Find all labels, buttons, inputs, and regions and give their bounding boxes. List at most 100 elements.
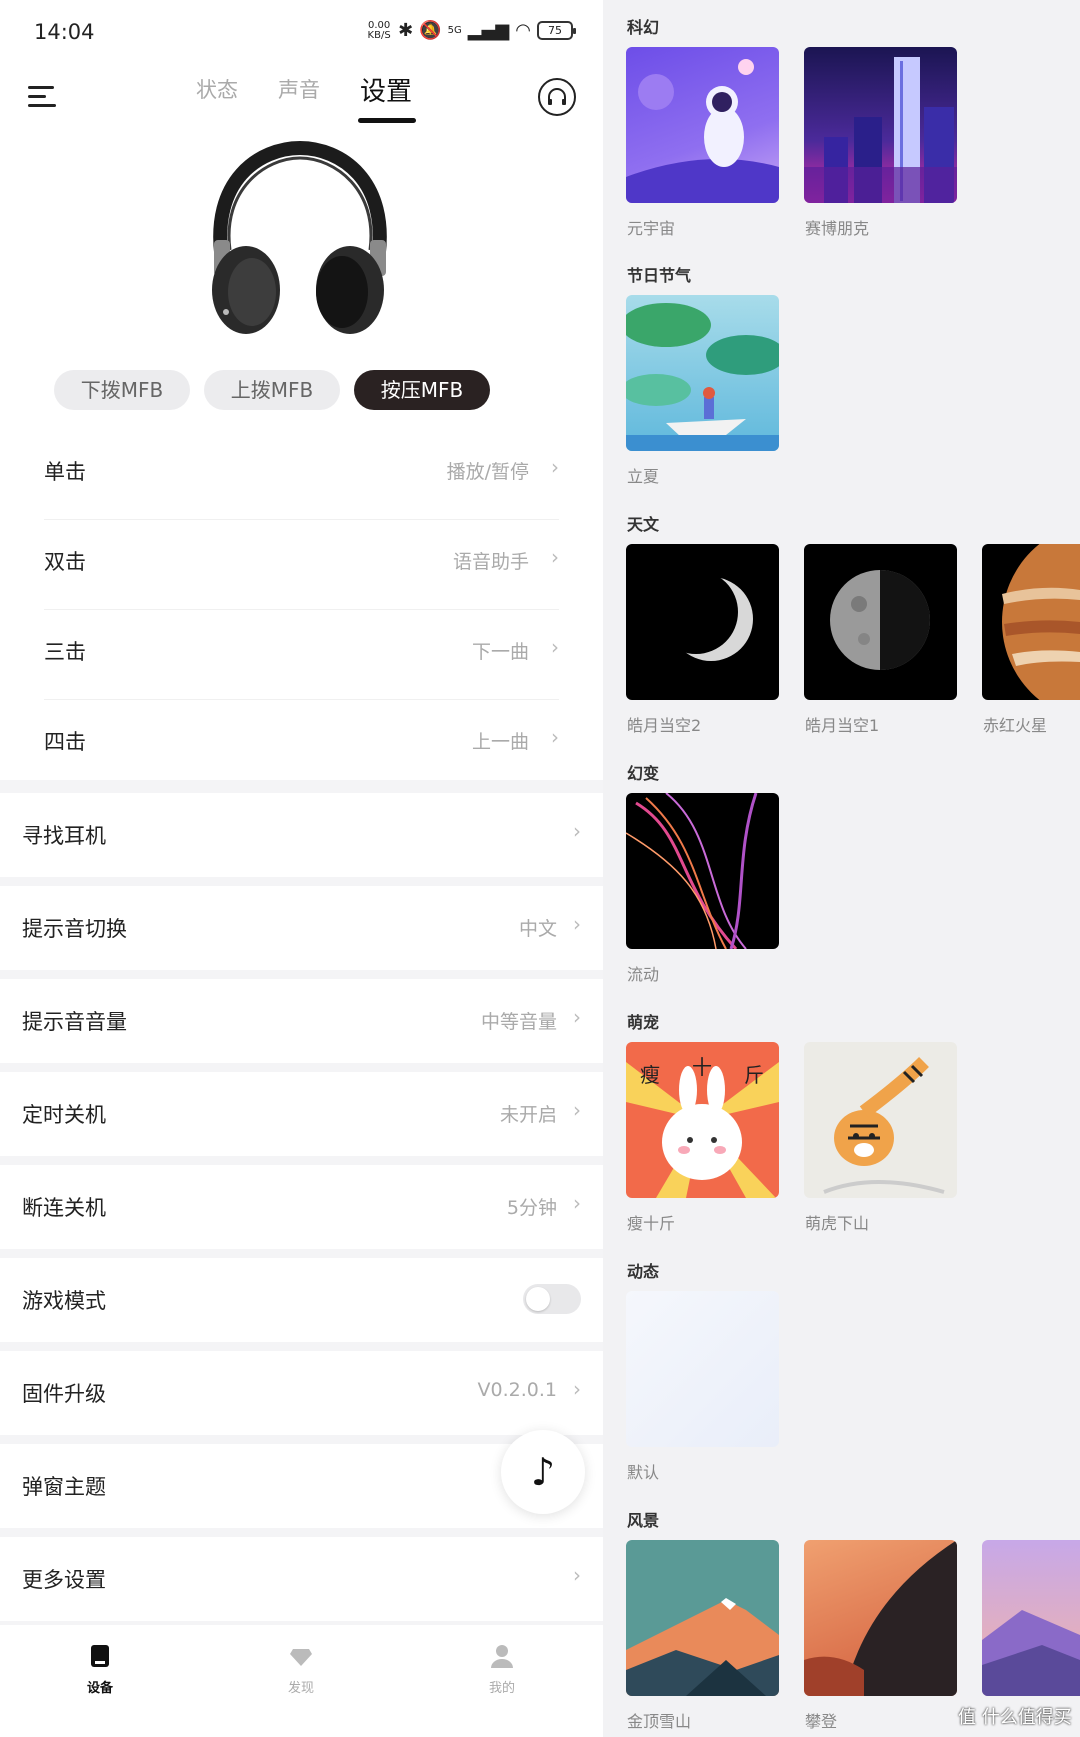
setting-game-mode: 游戏模式 [0,1258,603,1342]
setting-prompt-language[interactable]: 提示音切换 中文 › [0,886,603,970]
tab-active-indicator [358,118,416,123]
chevron-right-icon: › [573,1377,581,1401]
theme-name: 元宇宙 [627,219,676,238]
tab-sound[interactable]: 声音 [278,74,320,104]
slim-char-1: 瘦 [640,1063,660,1087]
chevron-right-icon: › [573,912,581,936]
settings-pane: 14:04 0.00 KB/S ✱ 🔕 5G ▂▄▆ ◠ 75 状态 声音 设置 [0,0,603,1737]
setting-label: 弹窗主题 [22,1475,106,1499]
chevron-right-icon: › [551,545,559,569]
discover-icon [290,1649,312,1666]
top-bar: 状态 声音 设置 [0,70,603,130]
setting-value: 未开启 [499,1104,557,1126]
device-hero: 下拨MFB 上拨MFB 按压MFB [0,130,603,430]
theme-name: 萌虎下山 [805,1214,870,1233]
theme-name: 赛博朋克 [805,219,870,238]
category-title: 萌宠 [627,1013,660,1032]
theme-gallery: 科幻 元宇宙 赛博朋克 节日节气 立夏 天文 皓月当空2 皓月当空1 赤红火星 … [603,0,1080,1737]
chevron-right-icon: › [573,1191,581,1215]
theme-card-cyberpunk[interactable] [804,47,957,203]
theme-card-default[interactable] [626,1291,779,1447]
setting-value: 中文 [518,918,557,940]
music-note-button[interactable]: ♪ [501,1430,585,1514]
category-title: 幻变 [627,764,660,783]
category-title: 节日节气 [627,266,692,285]
bluetooth-icon: ✱ [398,20,414,41]
setting-label: 断连关机 [22,1196,106,1220]
theme-card-moon-2[interactable] [626,544,779,700]
theme-card-slim-ten[interactable]: 瘦十斤 [626,1042,779,1198]
menu-icon[interactable] [28,82,62,112]
click-row-quad[interactable]: 四击 上一曲 › [44,700,559,790]
device-icon [91,1645,109,1667]
click-row-double[interactable]: 双击 语音助手 › [44,520,559,610]
setting-label: 游戏模式 [22,1289,106,1313]
mute-icon: 🔕 [419,20,442,41]
status-icons: 0.00 KB/S ✱ 🔕 5G ▂▄▆ ◠ 75 [366,20,576,41]
chevron-right-icon: › [551,455,559,479]
theme-card-red-mars[interactable] [982,544,1080,700]
click-value: 下一曲 [471,641,529,663]
setting-disconnect-off[interactable]: 断连关机 5分钟 › [0,1165,603,1249]
theme-card-metaverse[interactable] [626,47,779,203]
chip-down-mfb[interactable]: 下拨MFB [54,370,190,410]
setting-label: 提示音音量 [22,1010,127,1034]
click-label: 单击 [44,460,86,484]
theme-card-flow[interactable] [626,793,779,949]
theme-name: 皓月当空1 [805,716,880,735]
theme-card-lixia[interactable] [626,295,779,451]
theme-name: 赤红火星 [983,716,1048,735]
click-value: 语音助手 [452,551,529,573]
chevron-right-icon: › [573,1563,581,1587]
theme-card-landscape-3[interactable] [982,1540,1080,1696]
wifi-icon: ◠ [515,20,531,41]
game-mode-toggle[interactable] [523,1284,581,1314]
click-actions-card: 单击 播放/暂停 › 双击 语音助手 › 三击 下一曲 › 四击 上一曲 › [0,430,603,780]
network-label: 5G [447,25,462,36]
click-label: 双击 [44,550,86,574]
headphones-image [212,140,387,334]
setting-find-earphones[interactable]: 寻找耳机 › [0,793,603,877]
profile-icon [491,1645,513,1668]
setting-label: 提示音切换 [22,917,127,941]
click-value: 播放/暂停 [446,461,529,483]
setting-label: 寻找耳机 [22,824,106,848]
status-time: 14:04 [34,20,95,44]
chevron-right-icon: › [551,725,559,749]
nav-discover[interactable]: 发现 [261,1643,341,1696]
tab-status[interactable]: 状态 [196,74,238,104]
setting-value: 5分钟 [506,1197,557,1219]
theme-name: 流动 [627,965,660,984]
nav-profile[interactable]: 我的 [462,1643,542,1696]
click-row-single[interactable]: 单击 播放/暂停 › [44,430,559,520]
theme-card-tiger[interactable] [804,1042,957,1198]
theme-name: 默认 [627,1463,660,1482]
theme-name: 瘦十斤 [627,1214,676,1233]
theme-card-moon-1[interactable] [804,544,957,700]
bottom-nav: 设备 发现 我的 [0,1625,603,1737]
watermark: 值 什么值得买 [958,1707,1072,1728]
nav-label: 发现 [287,1681,314,1696]
chip-press-mfb[interactable]: 按压MFB [354,370,490,410]
click-row-triple[interactable]: 三击 下一曲 › [44,610,559,700]
setting-more[interactable]: 更多设置 › [0,1537,603,1621]
category-title: 动态 [627,1262,660,1281]
status-bar: 14:04 0.00 KB/S ✱ 🔕 5G ▂▄▆ ◠ 75 [0,0,603,70]
setting-prompt-volume[interactable]: 提示音音量 中等音量 › [0,979,603,1063]
nav-device[interactable]: 设备 [60,1643,140,1696]
setting-label: 固件升级 [22,1382,106,1406]
setting-value: 中等音量 [480,1011,557,1033]
chevron-right-icon: › [573,1098,581,1122]
setting-label: 更多设置 [22,1568,106,1592]
tab-settings[interactable]: 设置 [360,71,412,108]
headphone-icon[interactable] [538,78,576,116]
chip-up-mfb[interactable]: 上拨MFB [204,370,340,410]
theme-card-snow-mountain[interactable] [626,1540,779,1696]
category-title: 科幻 [627,18,660,37]
setting-firmware[interactable]: 固件升级 V0.2.0.1 › [0,1351,603,1435]
setting-timer-off[interactable]: 定时关机 未开启 › [0,1072,603,1156]
chevron-right-icon: › [573,1005,581,1029]
nav-label: 我的 [488,1681,515,1696]
slim-char-2: 十 [692,1055,712,1079]
theme-card-climb[interactable] [804,1540,957,1696]
